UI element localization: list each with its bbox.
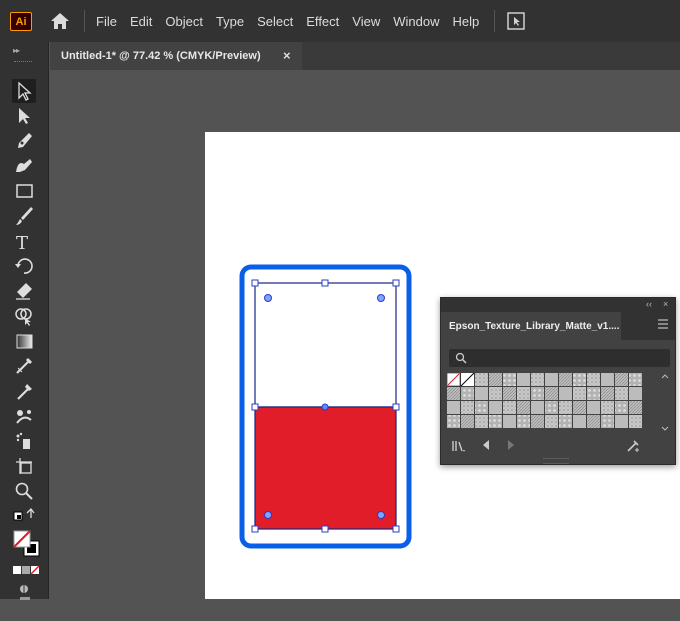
next-library-icon[interactable] <box>506 439 516 451</box>
rectangle-tool-icon[interactable] <box>12 179 36 203</box>
home-icon[interactable] <box>50 12 70 30</box>
menu-effect[interactable]: Effect <box>306 14 339 29</box>
gradient-tool-icon[interactable] <box>12 329 36 353</box>
toolbar-grip[interactable] <box>14 61 32 63</box>
eyedropper-tool-icon[interactable] <box>12 379 36 403</box>
arrange-documents-icon[interactable] <box>507 12 525 30</box>
menu-help[interactable]: Help <box>452 14 479 29</box>
panel-footer <box>441 435 675 457</box>
panel-menu-icon[interactable] <box>657 318 669 330</box>
swap-fill-stroke-icon[interactable] <box>12 504 36 528</box>
main-menu: File Edit Object Type Select Effect View… <box>96 0 492 42</box>
color-mode-icon[interactable] <box>12 564 40 576</box>
document-tab[interactable]: Untitled-1* @ 77.42 % (CMYK/Preview) × <box>50 42 302 70</box>
menu-bar: Ai File Edit Object Type Select Effect V… <box>0 0 680 42</box>
swatch-grid[interactable] <box>447 373 653 435</box>
artboard-tool-icon[interactable] <box>12 454 36 478</box>
tools-panel: ▸▸ T <box>0 42 49 600</box>
swatch-libraries-menu-icon[interactable] <box>451 439 467 453</box>
eraser-tool-icon[interactable] <box>12 279 36 303</box>
swatch-library-title: Epson_Texture_Library_Matte_v1.... <box>449 320 620 332</box>
menu-divider <box>494 10 495 32</box>
swatch-options-icon[interactable] <box>625 438 641 454</box>
direct-selection-tool-icon[interactable] <box>12 104 36 128</box>
menu-divider <box>84 10 85 32</box>
collapse-toolbar-icon[interactable]: ▸▸ <box>13 46 20 55</box>
swatch-row-3 <box>447 401 642 414</box>
type-tool-icon[interactable]: T <box>12 229 36 253</box>
rotate-tool-icon[interactable] <box>12 254 36 278</box>
swatch-library-tab[interactable]: Epson_Texture_Library_Matte_v1.... <box>441 312 621 340</box>
document-tab-title: Untitled-1* @ 77.42 % (CMYK/Preview) <box>61 50 261 62</box>
panel-header-strip[interactable]: ‹‹ × <box>441 298 675 312</box>
blend-tool-icon[interactable] <box>12 404 36 428</box>
menu-view[interactable]: View <box>352 14 380 29</box>
swatch-search-field[interactable] <box>449 349 670 367</box>
curvature-tool-icon[interactable] <box>12 154 36 178</box>
menu-type[interactable]: Type <box>216 14 244 29</box>
zoom-tool-icon[interactable] <box>12 479 36 503</box>
collapse-panel-icon[interactable]: ‹‹ <box>646 299 652 309</box>
close-tab-icon[interactable]: × <box>283 48 291 63</box>
shape-builder-tool-icon[interactable] <box>12 304 36 328</box>
selection-tool-icon[interactable] <box>12 79 36 103</box>
edit-toolbar-icon[interactable] <box>12 597 36 621</box>
swatch-row-1 <box>447 373 642 387</box>
menu-object[interactable]: Object <box>165 14 203 29</box>
swatch-row-2 <box>447 387 642 400</box>
swatch-scrollbar[interactable] <box>660 373 670 435</box>
document-tab-bar: Untitled-1* @ 77.42 % (CMYK/Preview) × <box>50 42 680 70</box>
mesh-tool-icon[interactable] <box>12 354 36 378</box>
fill-stroke-icon[interactable] <box>12 529 42 559</box>
svg-text:T: T <box>16 233 28 253</box>
paintbrush-tool-icon[interactable] <box>12 204 36 228</box>
close-panel-icon[interactable]: × <box>663 299 668 309</box>
menu-edit[interactable]: Edit <box>130 14 152 29</box>
swatch-row-4 <box>447 415 642 428</box>
menu-file[interactable]: File <box>96 14 117 29</box>
previous-library-icon[interactable] <box>481 439 491 451</box>
swatch-library-panel: ‹‹ × Epson_Texture_Library_Matte_v1.... <box>440 297 676 465</box>
menu-window[interactable]: Window <box>393 14 439 29</box>
panel-tab-row: Epson_Texture_Library_Matte_v1.... <box>441 312 675 340</box>
panel-resize-handle[interactable] <box>543 458 569 464</box>
symbol-sprayer-tool-icon[interactable] <box>12 429 36 453</box>
menu-select[interactable]: Select <box>257 14 293 29</box>
search-icon <box>455 352 467 364</box>
illustrator-logo: Ai <box>10 12 32 31</box>
pen-tool-icon[interactable] <box>12 129 36 153</box>
